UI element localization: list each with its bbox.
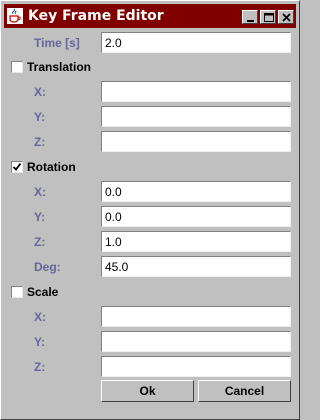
translation-z-label: Z: — [34, 135, 46, 149]
minimize-icon — [247, 20, 254, 22]
translation-label: Translation — [27, 60, 92, 74]
title-bar[interactable]: Key Frame Editor — [4, 4, 296, 28]
maximize-button[interactable] — [260, 10, 276, 24]
scale-z-field[interactable] — [101, 356, 291, 377]
rotation-checkbox[interactable] — [11, 161, 23, 173]
time-label: Time [s] — [34, 36, 80, 50]
maximize-icon — [264, 13, 274, 22]
translation-z-field[interactable] — [101, 131, 291, 152]
rotation-z-label: Z: — [34, 235, 46, 249]
rotation-deg-field[interactable]: 45.0 — [101, 256, 291, 277]
rotation-deg-label: Deg: — [34, 260, 61, 274]
scale-z-label: Z: — [34, 360, 46, 374]
rotation-label: Rotation — [27, 160, 76, 174]
key-frame-editor-window: Key Frame Editor Time [s] 2.0 Translatio… — [0, 0, 300, 420]
translation-y-field[interactable] — [101, 106, 291, 127]
scale-label: Scale — [27, 285, 59, 299]
translation-x-field[interactable] — [101, 81, 291, 102]
scale-checkbox[interactable] — [11, 286, 23, 298]
translation-y-label: Y: — [34, 110, 46, 124]
editor-panel: Time [s] 2.0 Translation X: Y: Z: Rotati… — [4, 29, 296, 417]
translation-x-label: X: — [34, 85, 46, 99]
scale-x-label: X: — [34, 310, 46, 324]
rotation-x-label: X: — [34, 185, 46, 199]
rotation-y-label: Y: — [34, 210, 46, 224]
scale-y-field[interactable] — [101, 331, 291, 352]
checkmark-icon — [12, 162, 22, 171]
rotation-y-field[interactable]: 0.0 — [101, 206, 291, 227]
time-field[interactable]: 2.0 — [101, 32, 291, 53]
close-button[interactable] — [278, 10, 294, 24]
cancel-button[interactable]: Cancel — [198, 380, 291, 402]
rotation-z-field[interactable]: 1.0 — [101, 231, 291, 252]
window-title: Key Frame Editor — [28, 8, 164, 24]
minimize-button[interactable] — [242, 10, 258, 24]
java-cup-icon[interactable] — [7, 8, 23, 24]
close-icon — [282, 13, 291, 22]
translation-checkbox[interactable] — [11, 61, 23, 73]
scale-y-label: Y: — [34, 335, 46, 349]
scale-x-field[interactable] — [101, 306, 291, 327]
ok-button[interactable]: Ok — [101, 380, 194, 402]
rotation-x-field[interactable]: 0.0 — [101, 181, 291, 202]
